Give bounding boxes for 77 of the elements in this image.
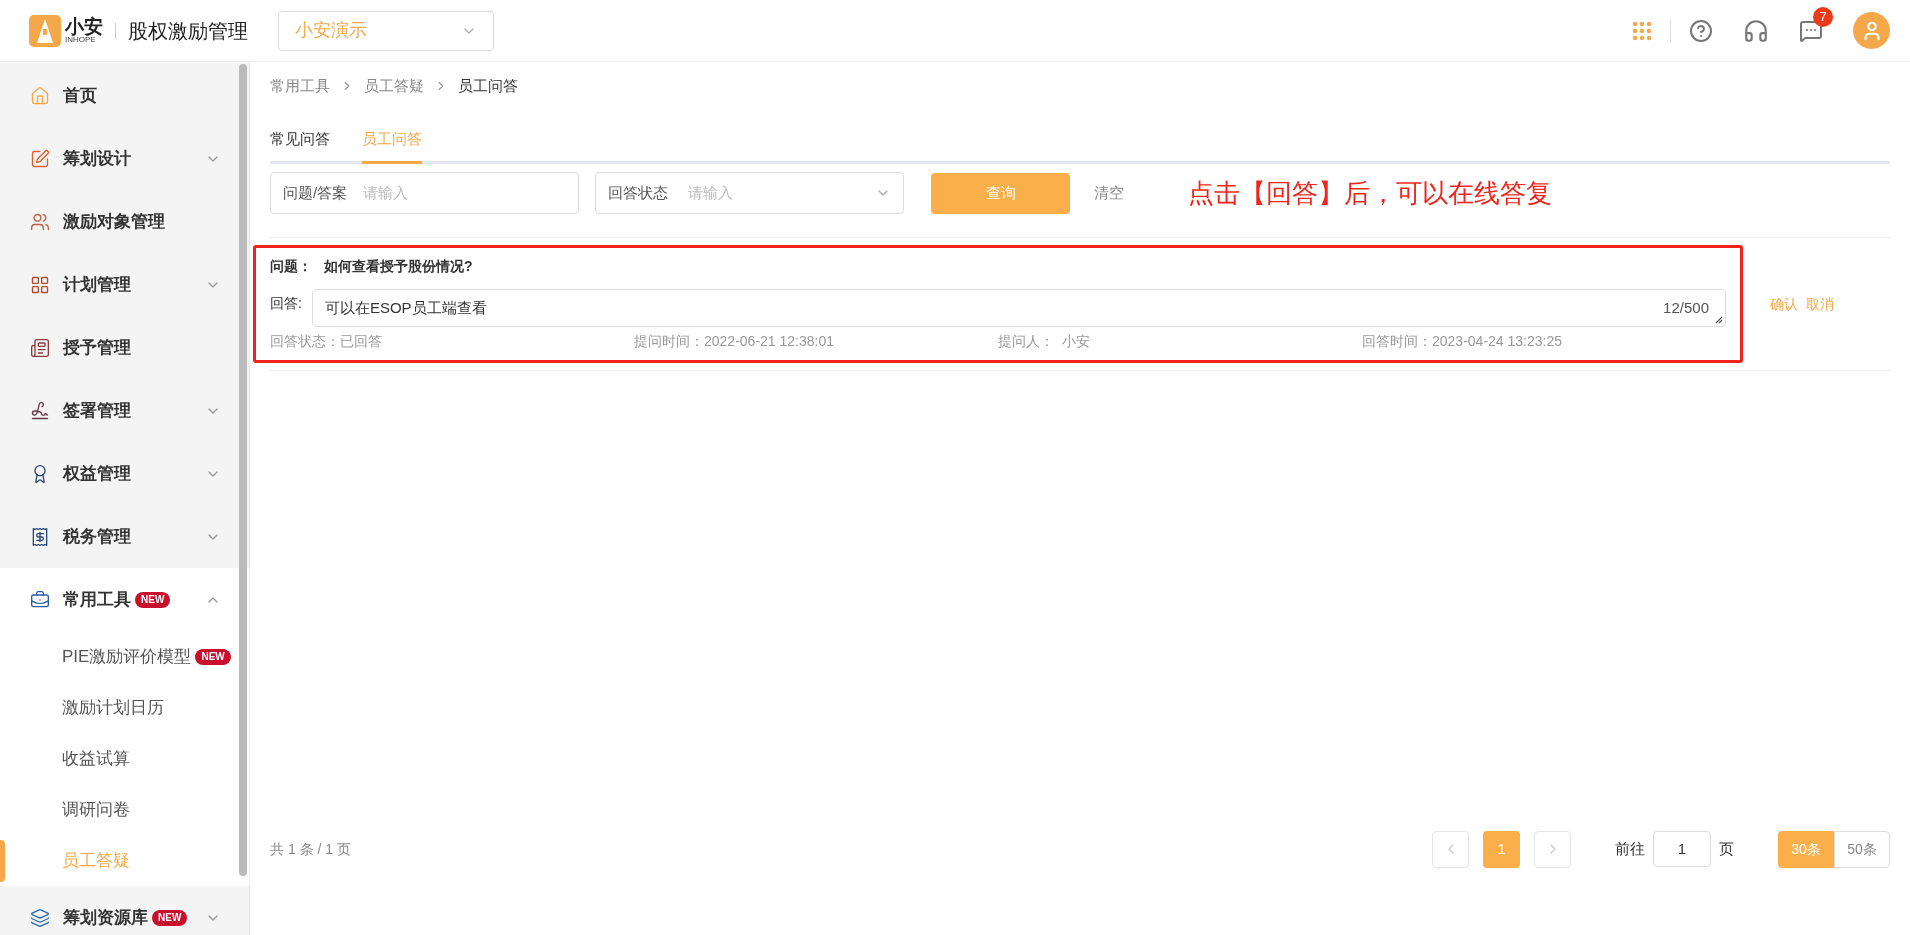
scrollbar[interactable] [239, 64, 247, 876]
next-page-button[interactable] [1534, 830, 1571, 868]
sidebar-label: 筹划设计 [63, 147, 131, 170]
receipt-icon [30, 526, 50, 547]
document-icon [30, 337, 50, 358]
question-meta: 回答状态：已回答 [270, 332, 383, 351]
question-search-field[interactable]: 问题/答案 请输入 [270, 172, 579, 214]
previous-page-button[interactable] [1432, 830, 1469, 868]
annotation-text: 点击【回答】后，可以在线答复 [1188, 176, 1552, 210]
new-badge: NEW [135, 591, 171, 608]
sidebar-label: 员工答疑 [62, 849, 130, 872]
sidebar-item[interactable]: 首页 [0, 64, 249, 127]
sidebar-item[interactable]: 筹划设计 [0, 127, 249, 190]
logo-subtext: INHOPE [65, 36, 96, 44]
breadcrumb-item: 员工问答 [458, 75, 518, 96]
resize-handle-icon[interactable] [1715, 316, 1723, 324]
app-title: 股权激励管理 [128, 18, 248, 44]
sidebar-item[interactable]: 税务管理 [0, 505, 249, 568]
goto-page-field[interactable]: 1 [1653, 831, 1711, 867]
new-badge: NEW [195, 648, 231, 665]
answer-status-select[interactable]: 回答状态 请输入 [595, 172, 904, 214]
sidebar-item[interactable]: 常用工具 NEW [0, 568, 249, 631]
sidebar-label: 权益管理 [63, 462, 131, 485]
toolbox-icon [30, 589, 50, 610]
people-icon [30, 211, 50, 232]
sidebar-label: 授予管理 [63, 336, 131, 359]
sidebar-subitem[interactable]: 激励计划日历 [5, 682, 249, 733]
sidebar-item[interactable]: 计划管理 [0, 253, 249, 316]
sidebar-label: 签署管理 [63, 399, 131, 422]
headset-icon[interactable] [1743, 17, 1769, 44]
breadcrumb-item[interactable]: 常用工具 [270, 74, 330, 98]
sidebar-item[interactable]: 授予管理 [0, 316, 249, 379]
sidebar-label: 首页 [63, 84, 97, 107]
question-meta: 回答时间：2023-04-24 13:23:25 [1362, 332, 1563, 351]
logo-icon [29, 14, 61, 47]
goto-label: 前往 [1615, 838, 1645, 859]
question-label: 问题： [270, 257, 312, 276]
help-icon[interactable] [1689, 18, 1713, 43]
character-count: 12/500 [1663, 297, 1709, 318]
sidebar-label: PIE激励评价模型 [62, 645, 192, 668]
avatar[interactable] [1853, 12, 1890, 49]
sidebar-item[interactable]: 激励对象管理 [0, 190, 249, 253]
sidebar-label: 收益试算 [62, 747, 130, 770]
signature-icon [30, 400, 50, 421]
answer-text: 可以在ESOP员工端查看 [324, 297, 487, 318]
question-meta: 提问人： 小安 [998, 332, 1091, 351]
tab[interactable]: 常见问答 [270, 118, 330, 164]
house-icon [30, 85, 50, 106]
layers-icon [30, 907, 50, 928]
clear-button[interactable]: 清空 [1094, 181, 1124, 205]
sidebar-label: 激励对象管理 [63, 210, 165, 233]
apps-grid-icon[interactable] [1632, 20, 1652, 41]
question-text: 如何查看授予股份情况? [324, 257, 473, 276]
breadcrumb-item[interactable]: 员工答疑 [364, 74, 424, 98]
sidebar-label: 筹划资源库 [63, 906, 148, 929]
sidebar-item[interactable]: 权益管理 [0, 442, 249, 505]
sidebar-label: 调研问卷 [62, 798, 130, 821]
sidebar-item[interactable]: 筹划资源库 NEW [0, 886, 249, 935]
answer-label: 回答: [270, 294, 302, 313]
sidebar-label: 计划管理 [63, 273, 131, 296]
goto-suffix: 页 [1719, 838, 1734, 859]
sidebar-label: 激励计划日历 [62, 696, 164, 719]
sidebar-item[interactable]: 签署管理 [0, 379, 249, 442]
sidebar-label: 常用工具 [63, 588, 131, 611]
notification-badge: 7 [1813, 6, 1833, 27]
answer-textarea[interactable]: 可以在ESOP员工端查看 12/500 [311, 289, 1726, 327]
pagination-summary: 共 1 条 / 1 页 [270, 839, 351, 859]
sidebar-subitem[interactable]: 调研问卷 [5, 784, 249, 835]
logo-text: 小安 [65, 17, 103, 36]
sidebar-subitem[interactable]: 收益试算 [5, 733, 249, 784]
question-meta: 提问时间：2022-06-21 12:38:01 [634, 332, 835, 351]
sidebar-label: 税务管理 [63, 525, 131, 548]
new-badge: NEW [152, 909, 188, 926]
pen-square-icon [30, 148, 50, 169]
page-size-option[interactable]: 50条 [1834, 830, 1890, 868]
sidebar-subitem[interactable]: PIE激励评价模型 NEW [5, 631, 249, 682]
grid-icon [30, 274, 50, 295]
